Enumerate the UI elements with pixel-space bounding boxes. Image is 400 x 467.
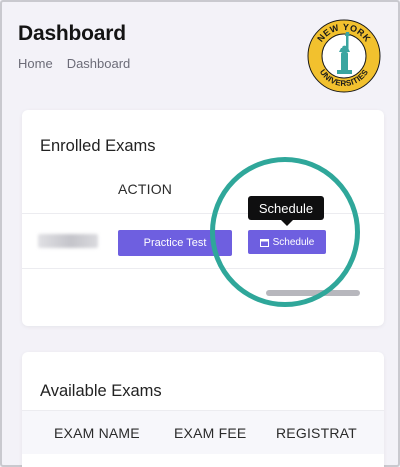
breadcrumb-home[interactable]: Home [18, 56, 53, 71]
breadcrumb-dashboard: Dashboard [66, 56, 131, 71]
enrolled-exams-card: Enrolled Exams ACTION Practice Test Sche… [22, 110, 384, 326]
page-header: Dashboard Home Dashboard NEW YORK UNIVER… [0, 0, 400, 100]
university-logo: NEW YORK UNIVERSITIES [307, 19, 381, 93]
practice-test-button[interactable]: Practice Test [118, 230, 232, 256]
column-header-exam-name: EXAM NAME [54, 425, 140, 441]
page-title: Dashboard [18, 22, 126, 45]
table-header: EXAM NAME EXAM FEE REGISTRAT [22, 410, 384, 454]
schedule-tooltip: Schedule [248, 196, 324, 226]
breadcrumb: Home Dashboard [18, 56, 130, 71]
table-divider [22, 268, 384, 269]
column-header-exam-fee: EXAM FEE [174, 425, 247, 441]
horizontal-scrollbar[interactable] [266, 290, 360, 296]
available-exams-title: Available Exams [40, 382, 162, 400]
enrolled-exams-title: Enrolled Exams [40, 137, 156, 155]
blurred-exam-name [38, 234, 98, 248]
column-header-action: ACTION [118, 181, 173, 197]
table-divider [22, 213, 384, 214]
column-header-registration: REGISTRAT [276, 425, 357, 441]
schedule-button[interactable]: Schedule [248, 230, 326, 254]
calendar-icon [259, 238, 269, 247]
schedule-label: Schedule [272, 236, 315, 248]
available-exams-card: Available Exams EXAM NAME EXAM FEE REGIS… [22, 352, 384, 467]
practice-test-label: Practice Test [143, 237, 207, 249]
